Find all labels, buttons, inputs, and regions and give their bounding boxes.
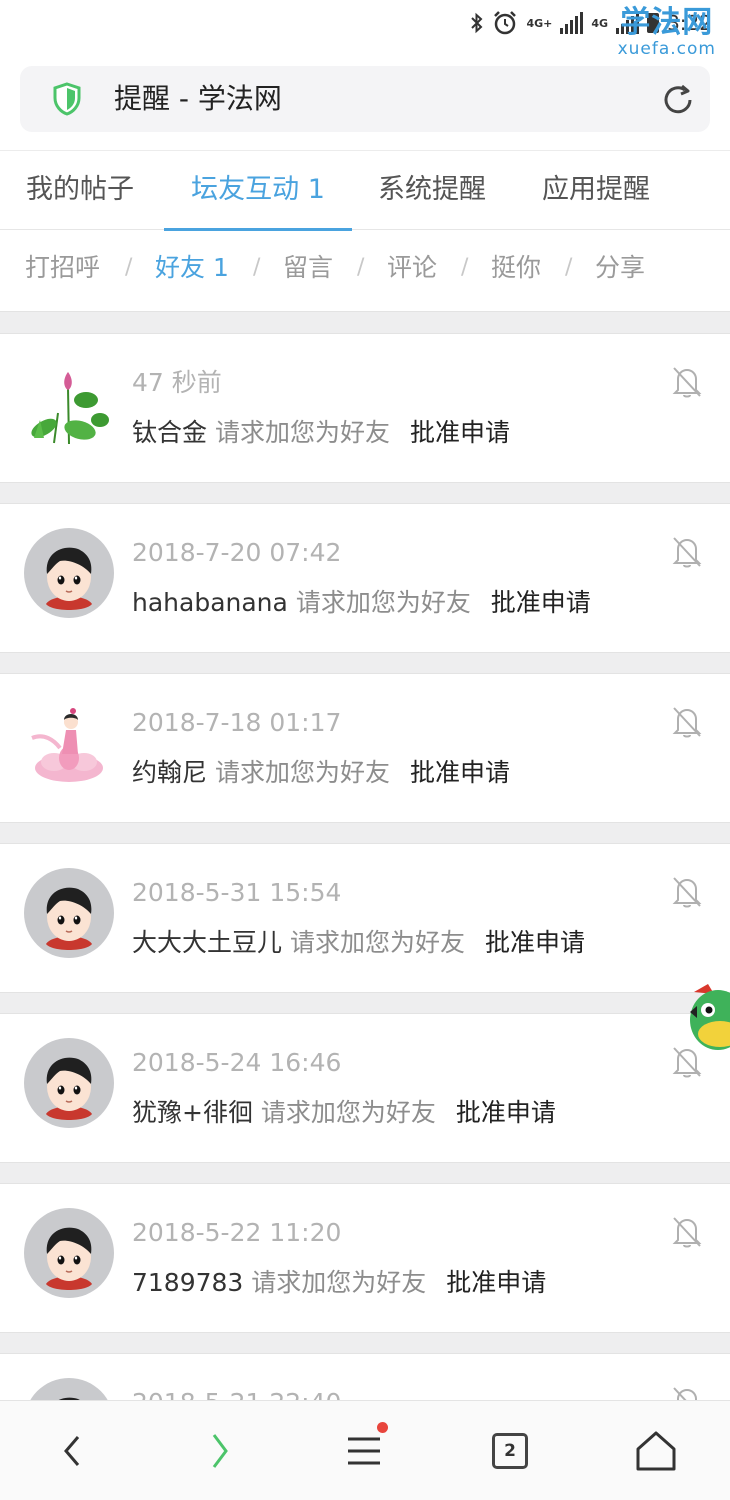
watermark-sub: xuefa.com — [617, 39, 716, 59]
subtab-friends[interactable]: 好友 1 — [155, 231, 229, 305]
tab-label: 应用提醒 — [542, 174, 650, 205]
address-bar[interactable]: 提醒 - 学法网 — [20, 66, 710, 132]
request-text: 请求加您为好友 — [260, 1098, 436, 1127]
notification-item[interactable]: 2018-5-22 11:20 7189783 请求加您为好友 批准申请 — [0, 1184, 730, 1332]
notification-time: 2018-7-20 07:42 — [132, 538, 342, 567]
main-tabs: 我的帖子 坛友互动 1 系统提醒 应用提醒 — [0, 150, 730, 231]
bottom-navigation: 2 — [0, 1400, 730, 1500]
alarm-icon — [494, 11, 517, 35]
notification-username[interactable]: hahabanana — [132, 588, 288, 617]
mute-notification-icon[interactable] — [670, 364, 704, 400]
notification-item[interactable]: 2018-7-20 07:42 hahabanana 请求加您为好友 批准申请 — [0, 504, 730, 652]
notification-username[interactable]: 犹豫+徘徊 — [132, 1098, 253, 1127]
notification-username[interactable]: 大大大土豆儿 — [132, 928, 282, 957]
notification-username[interactable]: 约翰尼 — [132, 758, 207, 787]
approve-button[interactable]: 批准申请 — [410, 758, 510, 787]
list-divider — [0, 311, 730, 334]
mute-notification-icon[interactable] — [670, 704, 704, 740]
default-avatar — [24, 1038, 114, 1128]
notification-message: hahabanana 请求加您为好友 批准申请 — [132, 586, 591, 620]
subtab-share[interactable]: 分享 — [595, 231, 645, 305]
watermark: 学法网 xuefa.com — [617, 5, 716, 59]
request-text: 请求加您为好友 — [214, 418, 390, 447]
list-divider — [0, 1332, 730, 1354]
subtab-separator: / — [565, 255, 573, 280]
default-avatar — [24, 528, 114, 618]
list-divider — [0, 652, 730, 674]
tab-system-reminders[interactable]: 系统提醒 — [378, 151, 486, 230]
notification-username[interactable]: 钛合金 — [132, 418, 207, 447]
request-text: 请求加您为好友 — [214, 758, 390, 787]
subtab-separator: / — [357, 255, 365, 280]
list-divider — [0, 992, 730, 1014]
tab-count: 2 — [492, 1433, 528, 1469]
shield-icon — [53, 82, 81, 116]
default-avatar — [24, 1208, 114, 1298]
notification-message: 大大大土豆儿 请求加您为好友 批准申请 — [132, 926, 585, 960]
notification-dot — [377, 1422, 388, 1433]
subtab-messages[interactable]: 留言 — [283, 231, 333, 305]
fairy-avatar — [31, 708, 103, 782]
tab-my-posts[interactable]: 我的帖子 — [26, 151, 134, 230]
list-divider — [0, 822, 730, 844]
subtab-greeting[interactable]: 打招呼 — [25, 231, 100, 305]
network-type-1: 4G+ — [526, 16, 553, 30]
network-type-2: 4G — [591, 16, 609, 30]
request-text: 请求加您为好友 — [289, 928, 465, 957]
sub-tabs: 打招呼 / 好友 1 / 留言 / 评论 / 挺你 / 分享 — [0, 231, 730, 311]
notification-message: 约翰尼 请求加您为好友 批准申请 — [132, 756, 510, 790]
floating-mascot-icon[interactable] — [688, 982, 730, 1054]
tab-label: 坛友互动 1 — [191, 174, 325, 205]
approve-button[interactable]: 批准申请 — [410, 418, 510, 447]
subtab-support[interactable]: 挺你 — [491, 231, 541, 305]
subtab-comments[interactable]: 评论 — [387, 231, 437, 305]
approve-button[interactable]: 批准申请 — [485, 928, 585, 957]
notification-item[interactable]: 2018-5-24 16:46 犹豫+徘徊 请求加您为好友 批准申请 — [0, 1014, 730, 1162]
status-bar: 4G+ 4G 3:22 学法网 xuefa.com — [0, 0, 730, 58]
back-icon[interactable] — [42, 1421, 102, 1481]
signal-icon-1 — [560, 12, 584, 34]
notification-time: 2018-7-18 01:17 — [132, 708, 342, 737]
lotus-avatar — [31, 372, 109, 445]
approve-button[interactable]: 批准申请 — [456, 1098, 556, 1127]
mute-notification-icon[interactable] — [670, 534, 704, 570]
menu-button[interactable] — [334, 1421, 394, 1481]
notification-message: 钛合金 请求加您为好友 批准申请 — [132, 416, 510, 450]
home-icon[interactable] — [626, 1421, 686, 1481]
tab-label: 系统提醒 — [378, 174, 486, 205]
approve-button[interactable]: 批准申请 — [446, 1268, 546, 1297]
forward-icon[interactable] — [190, 1421, 250, 1481]
bluetooth-icon — [471, 12, 483, 34]
notification-item[interactable]: 2018-7-18 01:17 约翰尼 请求加您为好友 批准申请 — [0, 674, 730, 822]
subtab-separator: / — [461, 255, 469, 280]
notification-item[interactable]: 2018-5-31 15:54 大大大土豆儿 请求加您为好友 批准申请 — [0, 844, 730, 992]
notification-time: 2018-5-24 16:46 — [132, 1048, 342, 1077]
notification-username[interactable]: 7189783 — [132, 1268, 243, 1297]
subtab-separator: / — [125, 255, 133, 280]
tab-app-reminders[interactable]: 应用提醒 — [542, 151, 650, 230]
tab-label: 我的帖子 — [26, 174, 134, 205]
notification-message: 犹豫+徘徊 请求加您为好友 批准申请 — [132, 1096, 556, 1130]
list-divider — [0, 482, 730, 504]
approve-button[interactable]: 批准申请 — [491, 588, 591, 617]
request-text: 请求加您为好友 — [251, 1268, 427, 1297]
notification-time: 2018-5-22 11:20 — [132, 1218, 342, 1247]
mute-notification-icon[interactable] — [670, 1214, 704, 1250]
request-text: 请求加您为好友 — [295, 588, 471, 617]
notification-time: 2018-5-31 15:54 — [132, 878, 342, 907]
watermark-main: 学法网 — [620, 5, 714, 40]
tab-forum-interaction[interactable]: 坛友互动 1 — [164, 151, 352, 231]
notification-time: 47 秒前 — [132, 368, 222, 397]
tabs-button[interactable]: 2 — [480, 1421, 540, 1481]
page-title: 提醒 - 学法网 — [114, 82, 282, 115]
notification-item[interactable]: 47 秒前 钛合金 请求加您为好友 批准申请 — [0, 334, 730, 482]
mute-notification-icon[interactable] — [670, 874, 704, 910]
default-avatar — [24, 868, 114, 958]
subtab-separator: / — [253, 255, 261, 280]
notification-message: 7189783 请求加您为好友 批准申请 — [132, 1266, 546, 1300]
list-divider — [0, 1162, 730, 1184]
refresh-icon[interactable] — [660, 82, 696, 118]
